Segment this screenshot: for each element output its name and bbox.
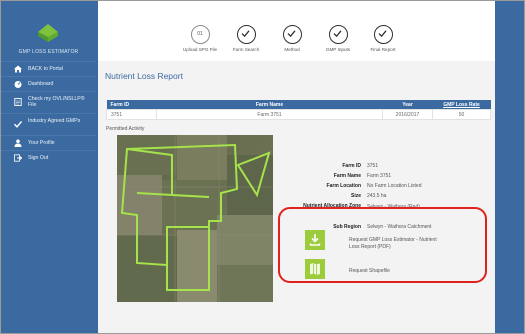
dashboard-icon (14, 81, 22, 88)
check-icon (14, 121, 22, 128)
sign-out-icon (14, 154, 22, 162)
check-icon (236, 25, 256, 44)
sidebar-item-label: Check my OVL/NSLLP® File (28, 96, 85, 108)
step-label: Final Report (370, 47, 396, 52)
sidebar-item-label: Sign Out (28, 155, 49, 161)
file-icon (14, 98, 22, 106)
detail-key: Farm ID (342, 163, 361, 169)
step-label: Farm Search (232, 47, 260, 52)
cell-farm-id: 3751 (106, 109, 157, 120)
detail-key: Size (350, 193, 361, 199)
column-header-year: Year (382, 100, 433, 110)
detail-value: 3751 (367, 163, 379, 169)
table-header-row: Farm ID Farm Name Year GMP Loss Rate (106, 100, 491, 110)
main-content: 01 Upload SPG File Farm Search Method GM… (98, 1, 495, 333)
highlight-annotation (278, 207, 487, 283)
sidebar-item-back-to-portal[interactable]: BACK to Portal (1, 61, 96, 76)
step-current-icon: 01 (190, 25, 210, 44)
cell-year: 2016/2017 (382, 109, 433, 120)
sidebar-item-your-profile[interactable]: Your Profile (1, 135, 96, 150)
sidebar-item-label: Your Profile (28, 140, 55, 146)
table-row: 3751 Farm 3751 2016/2017 50 (106, 109, 491, 120)
app-window: GMP LOSS ESTIMATOR BACK to Portal Dashbo… (0, 0, 525, 334)
sidebar-item-dashboard[interactable]: Dashboard (1, 76, 96, 91)
step-label: Upload SPG File (182, 47, 218, 52)
sidebar-item-label: Industry Agreed GMPs (28, 118, 81, 124)
home-icon (14, 65, 22, 73)
farm-summary-table: Farm ID Farm Name Year GMP Loss Rate 375… (106, 100, 491, 120)
column-header-farm-id: Farm ID (106, 100, 157, 110)
page-title: Nutrient Loss Report (105, 71, 183, 81)
step-farm-search[interactable]: Farm Search (220, 25, 272, 52)
step-upload-spg-file[interactable]: 01 Upload SPG File (174, 25, 226, 52)
column-header-farm-name: Farm Name (156, 100, 383, 110)
sidebar-item-check-file[interactable]: Check my OVL/NSLLP® File (1, 91, 96, 113)
detail-value: No Farm Location Listed (367, 183, 422, 189)
detail-key: Farm Location (326, 183, 361, 189)
sidebar-item-sign-out[interactable]: Sign Out (1, 150, 96, 165)
permitted-activity-label: Permitted Activity (106, 126, 145, 132)
sidebar: GMP LOSS ESTIMATOR BACK to Portal Dashbo… (1, 1, 96, 333)
check-icon (282, 25, 302, 44)
progress-stepper: 01 Upload SPG File Farm Search Method GM… (98, 1, 495, 61)
check-icon (373, 25, 393, 44)
detail-value: 243.5 ha (367, 193, 387, 199)
step-number: 01 (197, 31, 203, 37)
cell-farm-name: Farm 3751 (156, 109, 383, 120)
sidebar-item-label: BACK to Portal (28, 66, 63, 72)
step-method[interactable]: Method (266, 25, 318, 52)
user-icon (14, 139, 22, 147)
detail-row-size: Size 243.5 ha (296, 193, 486, 203)
cell-gmp-loss-rate: 50 (432, 109, 491, 120)
check-icon (328, 25, 348, 44)
app-logo-icon (38, 24, 58, 42)
step-final-report[interactable]: Final Report (357, 25, 409, 52)
step-label: Method (284, 47, 300, 52)
detail-row-farm-name: Farm Name Farm 3751 (296, 173, 486, 183)
sidebar-item-industry-gmps[interactable]: Industry Agreed GMPs (1, 113, 96, 135)
farm-map[interactable] (117, 135, 273, 302)
aerial-map-image (117, 135, 273, 302)
detail-key: Farm Name (333, 173, 361, 179)
sidebar-nav: BACK to Portal Dashboard Check my OVL/NS… (1, 61, 96, 165)
detail-row-farm-id: Farm ID 3751 (296, 163, 486, 173)
sidebar-item-label: Dashboard (28, 81, 54, 87)
detail-row-farm-location: Farm Location No Farm Location Listed (296, 183, 486, 193)
app-name: GMP LOSS ESTIMATOR (18, 49, 79, 55)
right-margin-band (495, 1, 524, 333)
column-header-gmp-loss-rate[interactable]: GMP Loss Rate (432, 100, 491, 110)
detail-value: Farm 3751 (367, 173, 392, 179)
